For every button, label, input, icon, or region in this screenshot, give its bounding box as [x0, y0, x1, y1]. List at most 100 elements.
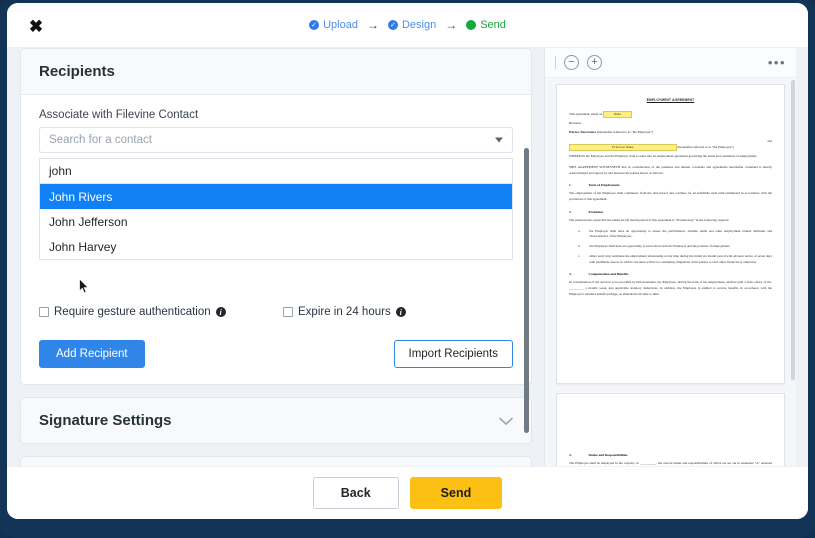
step-send-label: Send — [480, 19, 506, 31]
message-settings-header[interactable]: Message Settings — [21, 457, 531, 466]
document-intro-line: This agreement, made on Date — [569, 111, 772, 119]
contact-dropdown: john John Rivers John Jefferson John Har… — [39, 158, 513, 260]
toolbar-divider — [555, 56, 556, 69]
document-intro-text: This agreement, made on — [569, 112, 603, 116]
section-4-title: Duties and Responsibilities — [588, 453, 628, 457]
document-section-1-heading: 1. Term of Employment — [569, 183, 772, 187]
document-witnesseth: THIS AGREEMENT WITNESSETH that in consid… — [569, 164, 772, 175]
contact-option-john-rivers[interactable]: John Rivers — [40, 184, 512, 209]
contact-search-input[interactable]: john — [39, 158, 513, 184]
document-page-1: EMPLOYMENT AGREEMENT This agreement, mad… — [556, 84, 785, 384]
settings-panel: Recipients Associate with Filevine Conta… — [20, 48, 532, 466]
message-settings-card[interactable]: Message Settings — [20, 456, 532, 466]
recipients-body: Associate with Filevine Contact Search f… — [21, 95, 531, 384]
contact-options-list: John Rivers John Jefferson John Harvey — [39, 184, 513, 260]
document-preview-panel: − + ••• EMPLOYMENT AGREEMENT This agreem… — [544, 48, 796, 466]
require-gesture-auth-checkbox[interactable] — [39, 307, 49, 317]
recipient-actions: Add Recipient Import Recipients — [39, 340, 513, 368]
document-section-3-heading: 3. Compensation and Benefits — [569, 272, 772, 276]
back-button[interactable]: Back — [312, 477, 399, 509]
check-circle-icon: ✓ — [309, 20, 320, 30]
more-options-icon[interactable]: ••• — [768, 56, 786, 69]
item-b-marker: b. — [578, 244, 581, 249]
document-scrollbar[interactable] — [791, 78, 795, 466]
info-icon[interactable]: i — [395, 307, 406, 317]
wizard-steps: ✓ Upload → ✓ Design → Send — [7, 18, 808, 32]
signature-settings-card[interactable]: Signature Settings — [20, 397, 532, 444]
step-design[interactable]: ✓ Design — [387, 19, 437, 31]
document-section-2-item-b: b. the Employee shall have an opportunit… — [569, 244, 772, 250]
send-document-modal: ✖ ✓ Upload → ✓ Design → Send Recipients … — [7, 3, 808, 519]
zoom-in-icon[interactable]: + — [587, 55, 602, 70]
modal-footer: Back Send — [7, 467, 808, 519]
document-employee-line: Printed Name (hereinafter referred to as… — [569, 143, 772, 152]
chevron-down-icon[interactable] — [499, 413, 513, 429]
info-icon[interactable]: i — [215, 307, 226, 317]
require-gesture-auth-label: Require gesture authentication — [54, 306, 211, 318]
contact-option-john-jefferson[interactable]: John Jefferson — [40, 209, 512, 234]
modal-content: Recipients Associate with Filevine Conta… — [7, 47, 808, 467]
document-section-4-body: The Employee shall be employed in the ca… — [569, 461, 772, 465]
document-section-2-heading: 2. Probation — [569, 210, 772, 214]
document-and-word: and — [767, 138, 772, 143]
modal-topbar: ✖ ✓ Upload → ✓ Design → Send — [7, 3, 808, 47]
document-scrollbar-thumb[interactable] — [791, 80, 795, 380]
section-1-number: 1. — [569, 183, 572, 188]
employee-suffix: (hereinafter referred to as "the Employe… — [677, 144, 734, 149]
mouse-cursor-icon — [79, 278, 90, 294]
step-upload[interactable]: ✓ Upload — [309, 19, 358, 31]
document-between: Between: — [569, 121, 582, 126]
item-b-text: the Employee shall have an opportunity t… — [589, 244, 730, 249]
preview-toolbar: − + ••• — [545, 48, 796, 78]
step-design-label: Design — [401, 19, 437, 31]
section-3-title: Compensation and Benefits — [588, 272, 629, 277]
expire-24h-label: Expire in 24 hours — [298, 306, 391, 318]
section-4-number: 4. — [569, 453, 572, 457]
item-a-marker: a. — [578, 228, 581, 233]
document-employer-line: Harlow Electronics (hereinafter referred… — [569, 130, 772, 136]
require-gesture-auth-option[interactable]: Require gesture authentication i — [39, 306, 283, 318]
signature-settings-header[interactable]: Signature Settings — [21, 398, 531, 443]
check-circle-icon: ✓ — [387, 20, 398, 30]
document-section-4-heading: 4. Duties and Responsibilities — [569, 453, 772, 457]
contact-option-john-harvey[interactable]: John Harvey — [40, 234, 512, 259]
app-background: ✖ ✓ Upload → ✓ Design → Send Recipients … — [0, 0, 815, 538]
item-a-text: the Employer shall have an opportunity t… — [589, 228, 772, 239]
zoom-out-icon[interactable]: − — [564, 55, 579, 70]
document-section-2-body: The parties hereto agree that the initia… — [569, 217, 730, 222]
recipients-title: Recipients — [21, 49, 531, 95]
import-recipients-button[interactable]: Import Recipients — [393, 340, 513, 368]
section-1-title: Term of Employment — [588, 183, 620, 188]
settings-scrollbar-thumb[interactable] — [524, 148, 529, 433]
chevron-down-icon — [495, 137, 503, 143]
document-whereas: WHEREAS the Employee and the Employer wi… — [569, 154, 757, 159]
employer-name: Harlow Electronics — [569, 130, 597, 135]
document-section-1-body: The employment of the Employee shall com… — [569, 191, 772, 202]
add-recipient-button[interactable]: Add Recipient — [39, 340, 145, 368]
filled-circle-icon — [466, 20, 477, 30]
send-button[interactable]: Send — [409, 477, 503, 509]
employer-suffix: (hereinafter referred to as "the Employe… — [596, 130, 654, 135]
contact-select[interactable]: Search for a contact — [39, 127, 513, 153]
item-c-text: either party may terminate the employmen… — [589, 253, 772, 264]
document-section-3-body: In consideration of the services to be p… — [569, 280, 772, 296]
expire-24h-checkbox[interactable] — [283, 307, 293, 317]
arrow-right-icon: → — [445, 18, 458, 32]
document-scroll-area[interactable]: EMPLOYMENT AGREEMENT This agreement, mad… — [545, 78, 796, 466]
item-c-marker: c. — [578, 253, 581, 258]
section-2-title: Probation — [588, 209, 603, 214]
contact-select-placeholder: Search for a contact — [49, 134, 152, 146]
expire-24h-option[interactable]: Expire in 24 hours i — [283, 306, 406, 318]
settings-scrollbar[interactable] — [522, 48, 532, 466]
signature-settings-title: Signature Settings — [39, 412, 172, 429]
section-2-number: 2. — [569, 209, 572, 214]
recipient-options-row: Require gesture authentication i Expire … — [39, 306, 513, 318]
printed-name-field-highlight[interactable]: Printed Name — [569, 143, 677, 152]
document-title: EMPLOYMENT AGREEMENT — [646, 98, 695, 102]
step-send[interactable]: Send — [466, 19, 506, 31]
date-field-highlight[interactable]: Date — [603, 111, 633, 119]
recipients-card: Recipients Associate with Filevine Conta… — [20, 48, 532, 385]
document-page-2: 4. Duties and Responsibilities The Emplo… — [556, 393, 785, 466]
arrow-right-icon: → — [366, 18, 379, 32]
document-section-2-item-a: a. the Employer shall have an opportunit… — [569, 229, 772, 241]
